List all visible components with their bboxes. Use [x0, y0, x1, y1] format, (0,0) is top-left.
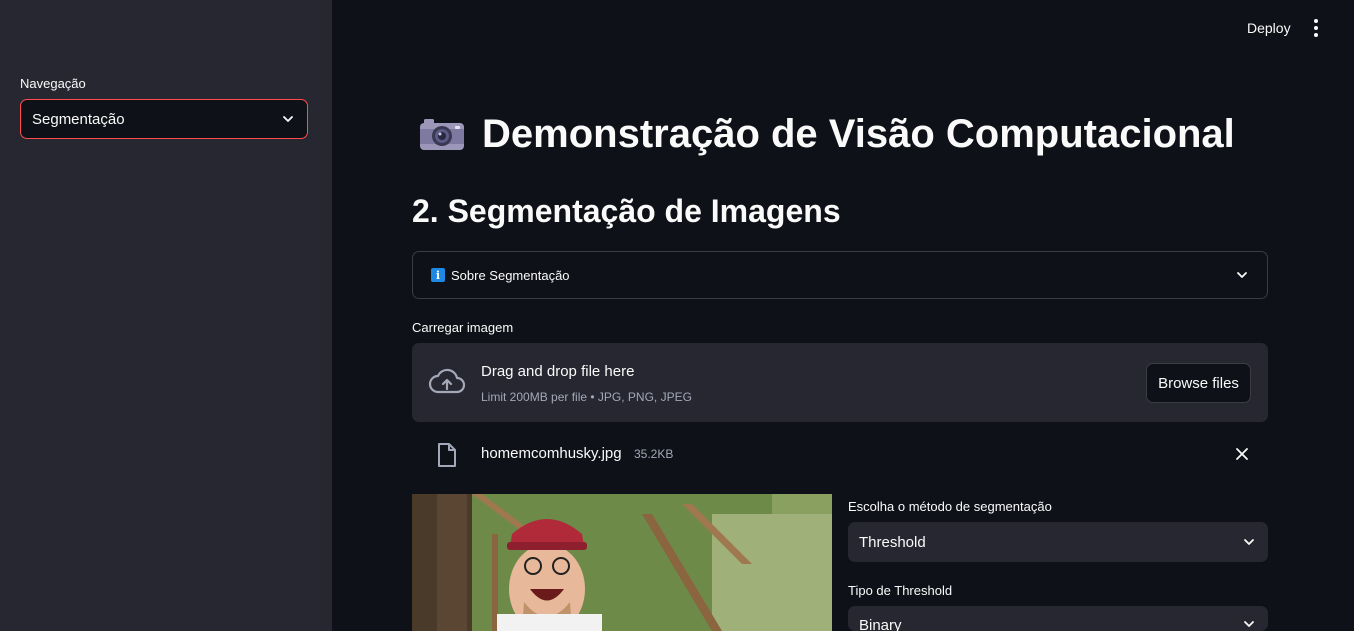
page-title: Demonstração de Visão Computacional: [418, 108, 1235, 160]
uploaded-image-preview: [412, 494, 832, 631]
threshold-type-label: Tipo de Threshold: [848, 583, 953, 598]
method-label: Escolha o método de segmentação: [848, 499, 1052, 514]
uploaded-file-row: homemcomhusky.jpg 35.2KB: [412, 436, 1268, 472]
chevron-down-icon: [1244, 539, 1254, 545]
method-select[interactable]: Threshold: [848, 522, 1268, 562]
expander-header: i Sobre Segmentação: [431, 268, 570, 283]
file-size: 35.2KB: [634, 447, 674, 461]
dropzone-subtitle: Limit 200MB per file • JPG, PNG, JPEG: [481, 390, 692, 404]
threshold-type-select-value: Binary: [859, 617, 902, 631]
browse-files-button[interactable]: Browse files: [1146, 363, 1251, 403]
file-name: homemcomhusky.jpg: [481, 445, 622, 462]
page-title-text: Demonstração de Visão Computacional: [482, 111, 1235, 156]
file-dropzone[interactable]: Drag and drop file here Limit 200MB per …: [412, 343, 1268, 422]
threshold-type-select[interactable]: Binary: [848, 606, 1268, 631]
deploy-button[interactable]: Deploy: [1239, 16, 1299, 40]
upload-label: Carregar imagem: [412, 320, 514, 335]
chevron-down-icon: [1237, 272, 1247, 278]
file-icon: [438, 443, 456, 467]
about-segmentation-expander[interactable]: i Sobre Segmentação: [412, 251, 1268, 299]
camera-icon: [420, 119, 464, 150]
navigation-select-value: Segmentação: [32, 110, 125, 128]
dropzone-title: Drag and drop file here: [481, 363, 635, 380]
chevron-down-icon: [1244, 621, 1254, 627]
close-icon[interactable]: [1234, 446, 1250, 462]
navigation-select[interactable]: Segmentação: [20, 99, 308, 139]
sidebar: Navegação Segmentação: [0, 0, 332, 631]
navigation-label: Navegação: [20, 76, 86, 91]
expander-label: Sobre Segmentação: [451, 267, 570, 283]
method-select-value: Threshold: [859, 533, 926, 551]
info-icon: i: [431, 268, 445, 282]
kebab-menu-icon[interactable]: [1306, 16, 1326, 40]
section-title: 2. Segmentação de Imagens: [412, 193, 841, 229]
chevron-down-icon: [283, 116, 293, 122]
cloud-upload-icon: [428, 368, 466, 394]
